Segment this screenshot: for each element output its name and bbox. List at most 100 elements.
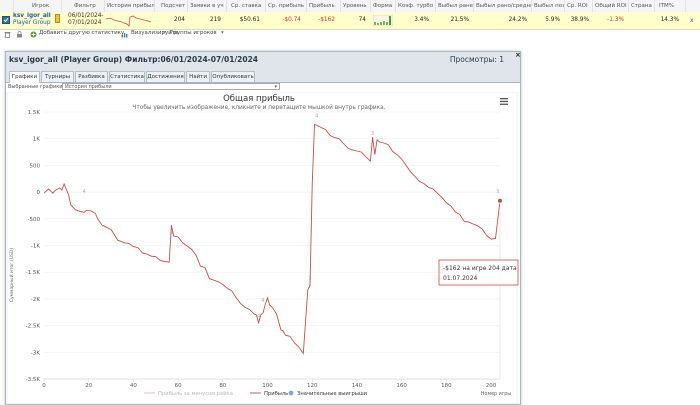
y-tick-label: -3.5K	[26, 377, 41, 383]
col-avg-stake[interactable]: Ср. ставка	[227, 0, 266, 12]
total-roi-value: -1.3%	[607, 17, 624, 23]
y-tick-label: -2K	[31, 297, 40, 303]
close-icon[interactable]: ×	[515, 51, 521, 59]
chart-subtitle: Чтобы увеличить изображение, кликните и …	[132, 104, 385, 111]
x-tick-label: 140	[352, 383, 363, 389]
col-profit-history[interactable]: История прибыли	[105, 0, 155, 12]
chevron-down-icon[interactable]: ▾	[221, 30, 224, 36]
y-tick-label: -3K	[31, 350, 40, 356]
tab-tournaments[interactable]: Турниры	[41, 71, 74, 82]
chevron-down-icon[interactable]: ▾	[163, 30, 166, 36]
chart-select-label: Выбранные графики:	[8, 84, 65, 90]
profit-chart[interactable]: Общая прибыль Чтобы увеличить изображени…	[6, 92, 520, 404]
x-axis-label: Номер игры	[481, 391, 511, 397]
tab-achievements[interactable]: Достижения	[146, 71, 185, 82]
profit-history-sparkline[interactable]	[106, 14, 152, 27]
entries-value: 219	[209, 17, 221, 23]
lock-icon[interactable]	[16, 31, 23, 38]
col-avg-profit[interactable]: Ср. прибыль	[266, 0, 307, 12]
col-early[interactable]: Выбыл ранее	[436, 0, 474, 12]
player-group-link[interactable]: Player Group	[13, 20, 51, 27]
profit-graph-dialog: ksv_igor_all (Player Group) Фильтр:06/01…	[5, 51, 521, 405]
form-bar	[373, 15, 393, 26]
y-tick-label: -1K	[31, 244, 40, 250]
col-itm[interactable]: ITM%	[655, 0, 686, 12]
point-annotation-label: 3	[308, 276, 311, 282]
x-tick-label: 40	[130, 383, 137, 389]
col-late[interactable]: Выбыл поз	[532, 0, 565, 12]
trash-icon[interactable]	[4, 31, 11, 38]
y-tick-label: 1.5K	[28, 110, 41, 116]
x-tick-label: 80	[219, 383, 226, 389]
y-tick-label: -500	[28, 217, 41, 223]
views-count: Просмотры: 1	[449, 55, 504, 64]
col-form[interactable]: Форма	[371, 0, 396, 12]
avg-roi-value: 38.9%	[570, 17, 589, 23]
x-tick-label: 0	[42, 383, 46, 389]
chart-select[interactable]: История прибыли ▾	[62, 83, 280, 90]
y-tick-label: 0	[37, 190, 41, 196]
x-tick-label: 20	[85, 383, 92, 389]
late-value: 5.9%	[545, 17, 560, 23]
add-statistics-link[interactable]: Добавить другую статистику	[39, 30, 124, 36]
row-checkbox[interactable]	[2, 16, 10, 24]
col-entries[interactable]: Заявки в уч	[188, 0, 227, 12]
note-icon[interactable]	[55, 14, 60, 23]
col-avg-roi[interactable]: Ср. ROI	[565, 0, 593, 12]
x-tick-label: 200	[486, 383, 497, 389]
col-count[interactable]: Подсчет	[155, 0, 188, 12]
avg-profit-value: -$0.74	[282, 17, 301, 23]
tooltip-line1: -$162 на игре 204 дата	[443, 265, 517, 272]
point-annotation-label: 4	[257, 314, 260, 320]
x-tick-label: 60	[175, 383, 182, 389]
legend-item-net-rake[interactable]: Прибыль за минусом рейка	[158, 390, 233, 397]
tab-statistics[interactable]: Статистика	[109, 71, 145, 82]
tab-graphs[interactable]: Графики	[9, 71, 40, 83]
col-early-mid[interactable]: Выбыл рано/средне	[474, 0, 532, 12]
profit-value: -$162	[318, 17, 335, 23]
hovered-point[interactable]	[497, 198, 503, 204]
col-country[interactable]: Страна	[629, 0, 655, 12]
point-annotation-label: 4	[83, 189, 86, 195]
early-mid-value: 24.2%	[508, 17, 527, 23]
col-total-roi[interactable]: Общий ROI	[593, 0, 629, 12]
col-turbo[interactable]: Коэф. турбо	[396, 0, 436, 12]
tab-publish[interactable]: Опубликовать	[211, 71, 255, 82]
stats-toolbar: Добавить другую статистику Визуализируйт…	[0, 29, 700, 40]
col-level[interactable]: Уровень	[341, 0, 371, 12]
point-annotation-label: 3	[496, 189, 499, 195]
add-icon[interactable]	[30, 31, 37, 38]
tooltip: -$162 на игре 204 дата 01.07.2024	[438, 259, 519, 286]
legend-item-profit[interactable]: Прибыль	[264, 391, 288, 397]
remove-row-button[interactable]: x	[690, 17, 694, 24]
player-name-link[interactable]: ksv_igor_all	[13, 13, 51, 20]
y-axis-label: Суммарный итог (USD)	[8, 248, 15, 303]
point-annotation-label: 4	[261, 298, 264, 304]
col-player[interactable]: Игрок	[14, 0, 62, 12]
chart-title: Общая прибыль	[223, 94, 295, 104]
x-tick-label: 180	[441, 383, 452, 389]
turbo-value: 3.4%	[414, 17, 429, 23]
level-value: 74	[358, 17, 366, 23]
tab-find[interactable]: Найти	[186, 71, 210, 82]
tab-breakdown[interactable]: Разбивка	[75, 71, 108, 82]
select-all-column[interactable]	[0, 0, 14, 12]
chart-icon[interactable]	[121, 31, 128, 38]
y-tick-label: 500	[30, 163, 41, 169]
x-tick-label: 160	[396, 383, 407, 389]
dialog-tabs: Графики Турниры Разбивка Статистика Дост…	[6, 69, 520, 83]
point-annotation-label: 4	[315, 113, 318, 119]
hamburger-menu-icon[interactable]	[500, 98, 508, 105]
chart-select-value: История прибыли	[65, 84, 112, 90]
dialog-titlebar[interactable]: ksv_igor_all (Player Group) Фильтр:06/01…	[6, 52, 520, 69]
point-annotation-label: 3	[371, 131, 374, 137]
y-tick-label: -1.5K	[26, 270, 41, 276]
col-profit[interactable]: Прибыль	[307, 0, 341, 12]
chart-select-row: Выбранные графики: История прибыли ▾	[8, 83, 280, 90]
player-groups-menu[interactable]: Группы игроков	[170, 30, 217, 36]
itm-value: 14.3%	[660, 17, 679, 23]
col-filter[interactable]: Фильтр	[62, 0, 105, 12]
player-stats-row: ksv_igor_all Player Group 06/01/2024- 07…	[0, 12, 700, 30]
legend-item-big-wins[interactable]: Значительные выигрыши	[297, 391, 367, 397]
filter-line2: 07/01/2024	[68, 20, 102, 26]
